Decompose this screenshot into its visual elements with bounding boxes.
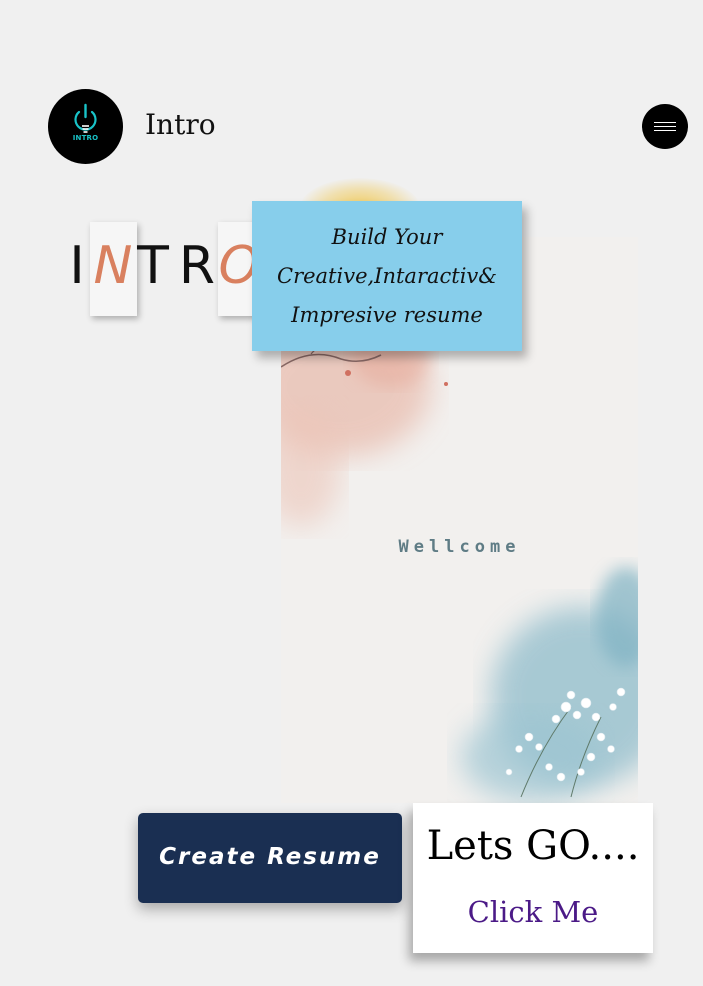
logo[interactable]: INTRO [48, 89, 123, 164]
tagline-line: Impresive resume [291, 303, 483, 327]
lets-go-title: Lets GO.... [426, 823, 640, 869]
welcome-text: Wellcome [398, 537, 521, 557]
site-title: Intro [145, 108, 216, 141]
menu-button[interactable] [642, 104, 688, 149]
hero-letter-r: R [178, 236, 216, 296]
hamburger-icon [654, 129, 676, 132]
power-bulb-icon [74, 103, 97, 133]
create-resume-button[interactable]: Create Resume [138, 813, 402, 903]
tagline-box: Build Your Creative,Intaractiv& Impresiv… [252, 201, 522, 351]
logo-text: INTRO [72, 134, 99, 142]
tagline-line: Build Your [331, 225, 443, 249]
hamburger-icon [654, 125, 676, 128]
click-me-link[interactable]: Click Me [413, 895, 653, 929]
lets-go-card: Lets GO.... Click Me [413, 803, 653, 953]
hamburger-icon [654, 121, 676, 124]
hero-letter-t: T [137, 236, 169, 296]
tagline-line: Creative,Intaractiv& [277, 264, 497, 288]
